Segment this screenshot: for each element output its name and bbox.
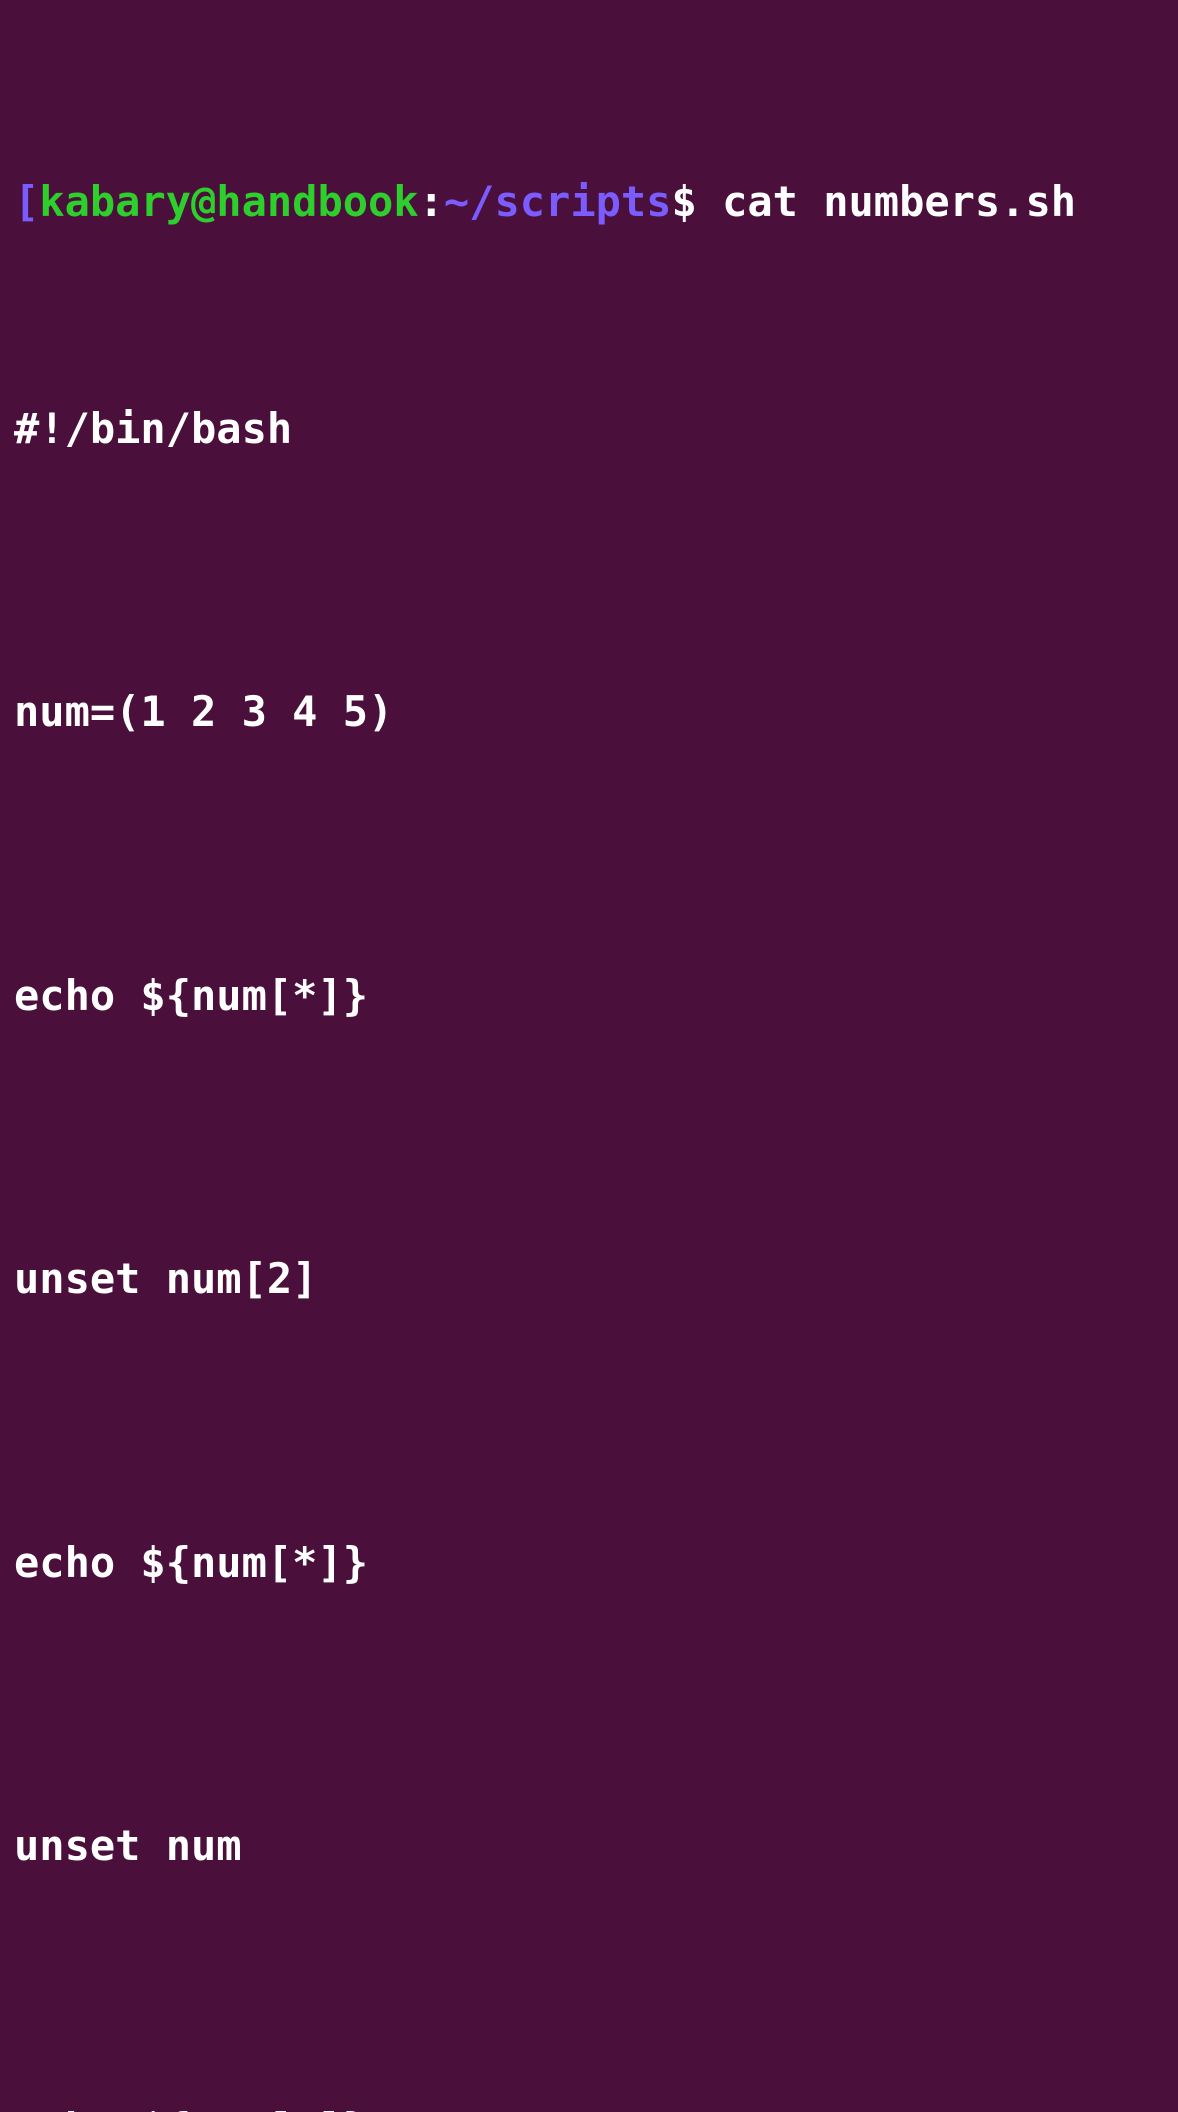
script-line: unset num <box>14 1818 1170 1875</box>
script-line: unset num[2] <box>14 1251 1170 1308</box>
command-1: cat numbers.sh <box>697 177 1076 226</box>
prompt-line-1: [kabary@handbook:~/scripts$ cat numbers.… <box>14 174 1170 231</box>
colon: : <box>419 177 444 226</box>
script-line: echo ${num[*]} <box>14 968 1170 1025</box>
script-line: echo ${num[*]} <box>14 1535 1170 1592</box>
dollar-sign: $ <box>671 177 696 226</box>
bracket-open-icon: [ <box>14 177 39 226</box>
script-line: #!/bin/bash <box>14 401 1170 458</box>
script-line: num=(1 2 3 4 5) <box>14 684 1170 741</box>
script-line: echo ${num[*]} <box>14 2101 1170 2112</box>
terminal[interactable]: [kabary@handbook:~/scripts$ cat numbers.… <box>0 0 1178 2112</box>
user-host: kabary@handbook <box>39 177 418 226</box>
cwd-path: ~/scripts <box>444 177 672 226</box>
